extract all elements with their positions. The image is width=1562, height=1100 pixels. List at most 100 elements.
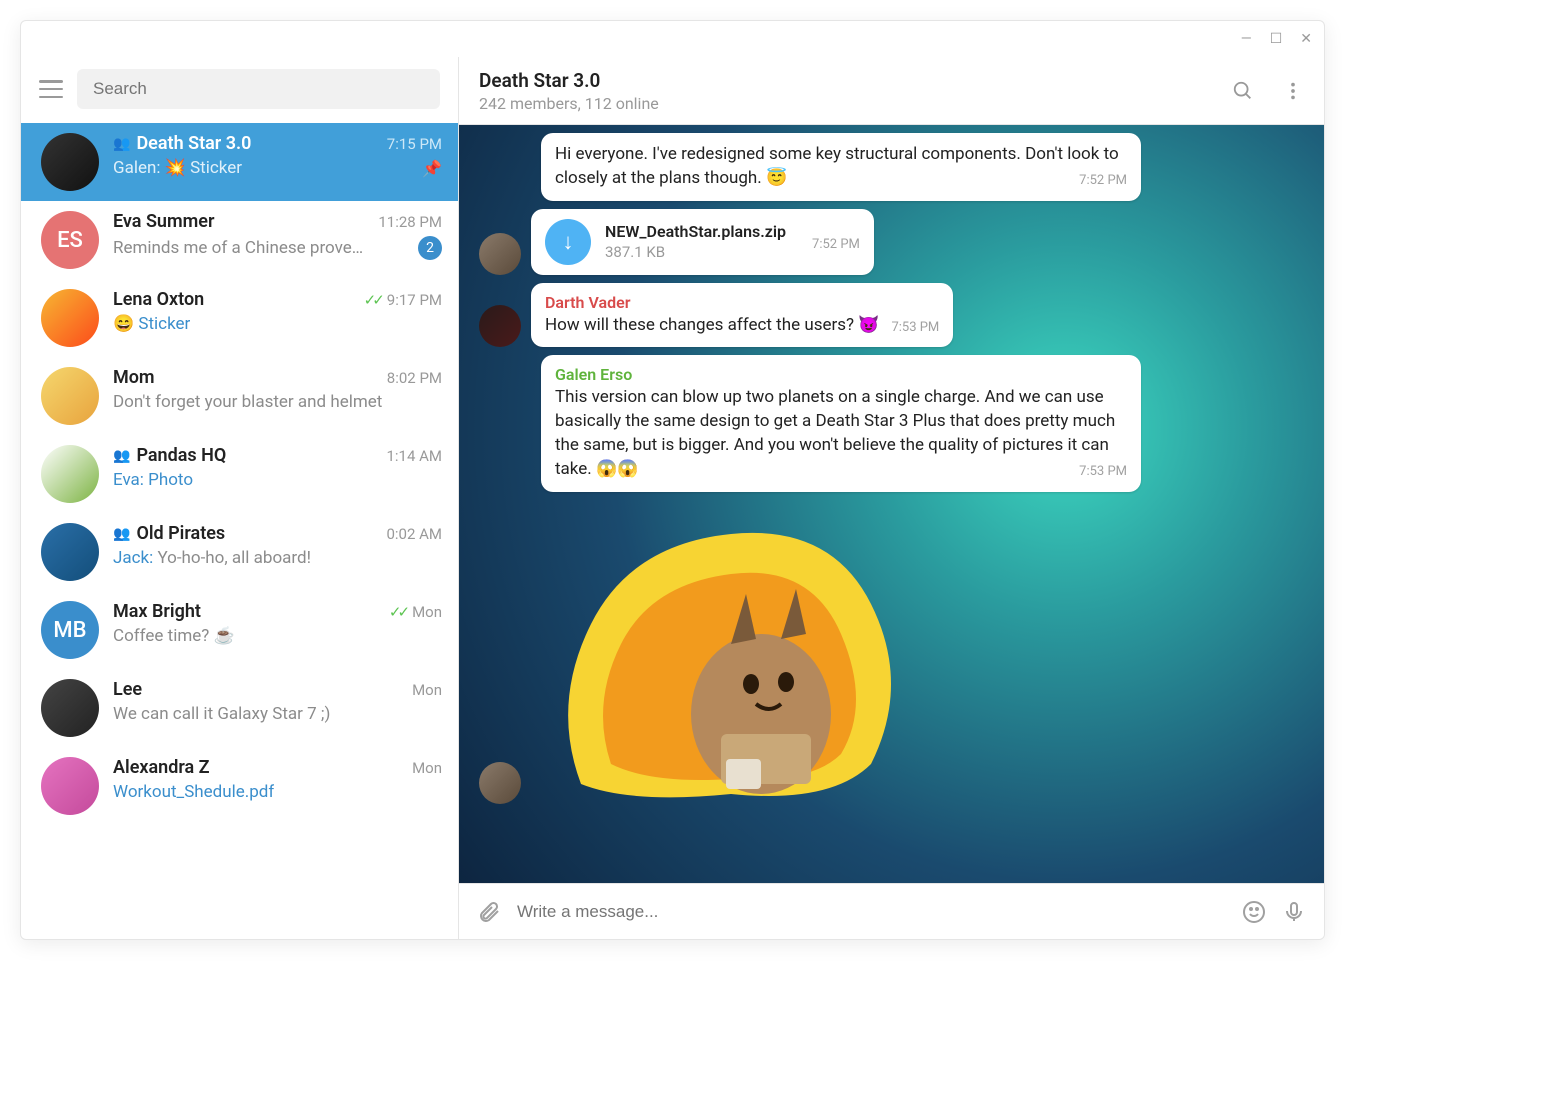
read-checks-icon: ✓✓ (364, 291, 381, 309)
chat-time: ✓✓9:17 PM (364, 290, 442, 309)
titlebar: — ☐ ✕ (21, 21, 1324, 57)
message-text: How will these changes affect the users?… (545, 315, 879, 335)
attach-icon[interactable] (477, 900, 501, 924)
chat-time: 1:14 AM (386, 446, 442, 465)
chat-list-item[interactable]: 👥Death Star 3.0 7:15 PM Galen: 💥 Sticker 📌 (21, 123, 458, 201)
chat-list: 👥Death Star 3.0 7:15 PM Galen: 💥 Sticker 📌 E… (21, 123, 458, 939)
window-maximize-button[interactable]: ☐ (1270, 31, 1283, 47)
chat-name: Lena Oxton (113, 289, 204, 310)
read-checks-icon: ✓✓ (389, 603, 406, 621)
chat-preview: Galen: 💥 Sticker (113, 158, 242, 178)
chat-list-item[interactable]: ES Eva Summer 11:28 PM Reminds me of a Chin… (21, 201, 458, 279)
chat-list-item[interactable]: MB Max Bright ✓✓Mon Coffee time? ☕ (21, 591, 458, 669)
chat-preview: 😄 Sticker (113, 314, 190, 334)
message-avatar (479, 305, 521, 347)
chat-preview: Eva: Photo (113, 470, 193, 490)
message-row (479, 504, 1304, 804)
message-bubble[interactable]: Galen Erso This version can blow up two p… (541, 355, 1141, 491)
message-time: 7:53 PM (891, 320, 939, 335)
chat-avatar (41, 289, 99, 347)
chat-list-item[interactable]: Mom 8:02 PM Don't forget your blaster and … (21, 357, 458, 435)
chat-time: 7:15 PM (387, 134, 442, 153)
search-icon[interactable] (1232, 80, 1254, 102)
chat-time: 8:02 PM (387, 368, 442, 387)
group-icon: 👥 (113, 526, 130, 542)
app-body: 👥Death Star 3.07:15 PMGalen: 💥 Sticker📌E… (21, 57, 1324, 939)
chat-avatar: MB (41, 601, 99, 659)
message-time: 7:52 PM (1079, 173, 1127, 188)
chat-avatar (41, 679, 99, 737)
search-box[interactable] (77, 69, 440, 109)
chat-preview: Reminds me of a Chinese prove… (113, 238, 363, 258)
chat-avatar: ES (41, 211, 99, 269)
chat-avatar (41, 367, 99, 425)
sticker[interactable] (531, 504, 921, 804)
message-bubble[interactable]: Hi everyone. I've redesigned some key st… (541, 133, 1141, 201)
chat-preview: Jack: Yo-ho-ho, all aboard! (113, 548, 311, 568)
message-avatar (479, 762, 521, 804)
chat-time: 0:02 AM (386, 524, 442, 543)
file-name: NEW_DeathStar.plans.zip (605, 222, 786, 241)
file-size: 387.1 KB (605, 243, 786, 261)
chat-avatar (41, 133, 99, 191)
message-sender: Darth Vader (545, 293, 939, 312)
window-close-button[interactable]: ✕ (1300, 31, 1312, 47)
message-text: This version can blow up two planets on … (555, 387, 1115, 478)
chat-name: 👥Old Pirates (113, 523, 225, 544)
menu-button[interactable] (39, 80, 63, 98)
chat-time: Mon (412, 758, 442, 777)
chat-title: Death Star 3.0 (479, 69, 659, 92)
sidebar-top (21, 57, 458, 123)
voice-icon[interactable] (1282, 900, 1306, 924)
message-row: Darth Vader How will these changes affect… (479, 283, 1304, 348)
chat-panel: Death Star 3.0 242 members, 112 online H… (459, 57, 1324, 939)
group-icon: 👥 (113, 136, 130, 152)
chat-avatar (41, 757, 99, 815)
window-minimize-button[interactable]: — (1241, 31, 1252, 47)
message-text: Hi everyone. I've redesigned some key st… (555, 144, 1119, 188)
chat-avatar (41, 445, 99, 503)
chat-name: Eva Summer (113, 211, 214, 232)
download-icon[interactable]: ↓ (545, 219, 591, 265)
chat-avatar (41, 523, 99, 581)
chat-list-item[interactable]: Lee Mon We can call it Galaxy Star 7 ;) (21, 669, 458, 747)
message-sender: Galen Erso (555, 365, 1127, 384)
message-row: Hi everyone. I've redesigned some key st… (479, 133, 1304, 201)
chat-list-item[interactable]: 👥Old Pirates 0:02 AM Jack: Yo-ho-ho, all a… (21, 513, 458, 591)
chat-preview: We can call it Galaxy Star 7 ;) (113, 704, 330, 724)
chat-time: 11:28 PM (378, 212, 442, 231)
message-input[interactable] (517, 902, 1226, 922)
chat-preview: Don't forget your blaster and helmet (113, 392, 382, 412)
chat-preview: Coffee time? ☕ (113, 626, 235, 646)
composer (459, 883, 1324, 939)
more-icon[interactable] (1282, 80, 1304, 102)
messages-area[interactable]: Hi everyone. I've redesigned some key st… (459, 125, 1324, 883)
pin-icon: 📌 (422, 159, 442, 178)
message-row: ↓ NEW_DeathStar.plans.zip 387.1 KB 7:52 PM (479, 209, 1304, 275)
chat-list-item[interactable]: Lena Oxton ✓✓9:17 PM 😄 Sticker (21, 279, 458, 357)
message-time: 7:52 PM (812, 237, 860, 252)
chat-list-item[interactable]: 👥Pandas HQ 1:14 AM Eva: Photo (21, 435, 458, 513)
chat-name: 👥Pandas HQ (113, 445, 226, 466)
chat-name: Lee (113, 679, 142, 700)
chat-time: ✓✓Mon (389, 602, 442, 621)
chat-name: 👥Death Star 3.0 (113, 133, 251, 154)
message-row: Galen Erso This version can blow up two p… (479, 355, 1304, 491)
chat-preview: Workout_Shedule.pdf (113, 782, 274, 802)
message-bubble[interactable]: Darth Vader How will these changes affect… (531, 283, 953, 348)
chat-name: Mom (113, 367, 155, 388)
group-icon: 👥 (113, 448, 130, 464)
chat-name: Max Bright (113, 601, 201, 622)
sidebar: 👥Death Star 3.0 7:15 PM Galen: 💥 Sticker 📌 E… (21, 57, 459, 939)
unread-badge: 2 (418, 236, 442, 260)
chat-header: Death Star 3.0 242 members, 112 online (459, 57, 1324, 125)
chat-name: Alexandra Z (113, 757, 210, 778)
chat-time: Mon (412, 680, 442, 699)
chat-subtitle: 242 members, 112 online (479, 94, 659, 113)
chat-list-item[interactable]: Alexandra Z Mon Workout_Shedule.pdf (21, 747, 458, 825)
message-bubble[interactable]: ↓ NEW_DeathStar.plans.zip 387.1 KB 7:52 PM (531, 209, 874, 275)
app-window: — ☐ ✕ 👥Death Star 3.07:15 PMGalen: 💥 Sti… (20, 20, 1325, 940)
emoji-icon[interactable] (1242, 900, 1266, 924)
search-input[interactable] (93, 79, 424, 99)
message-time: 7:53 PM (1079, 464, 1127, 479)
